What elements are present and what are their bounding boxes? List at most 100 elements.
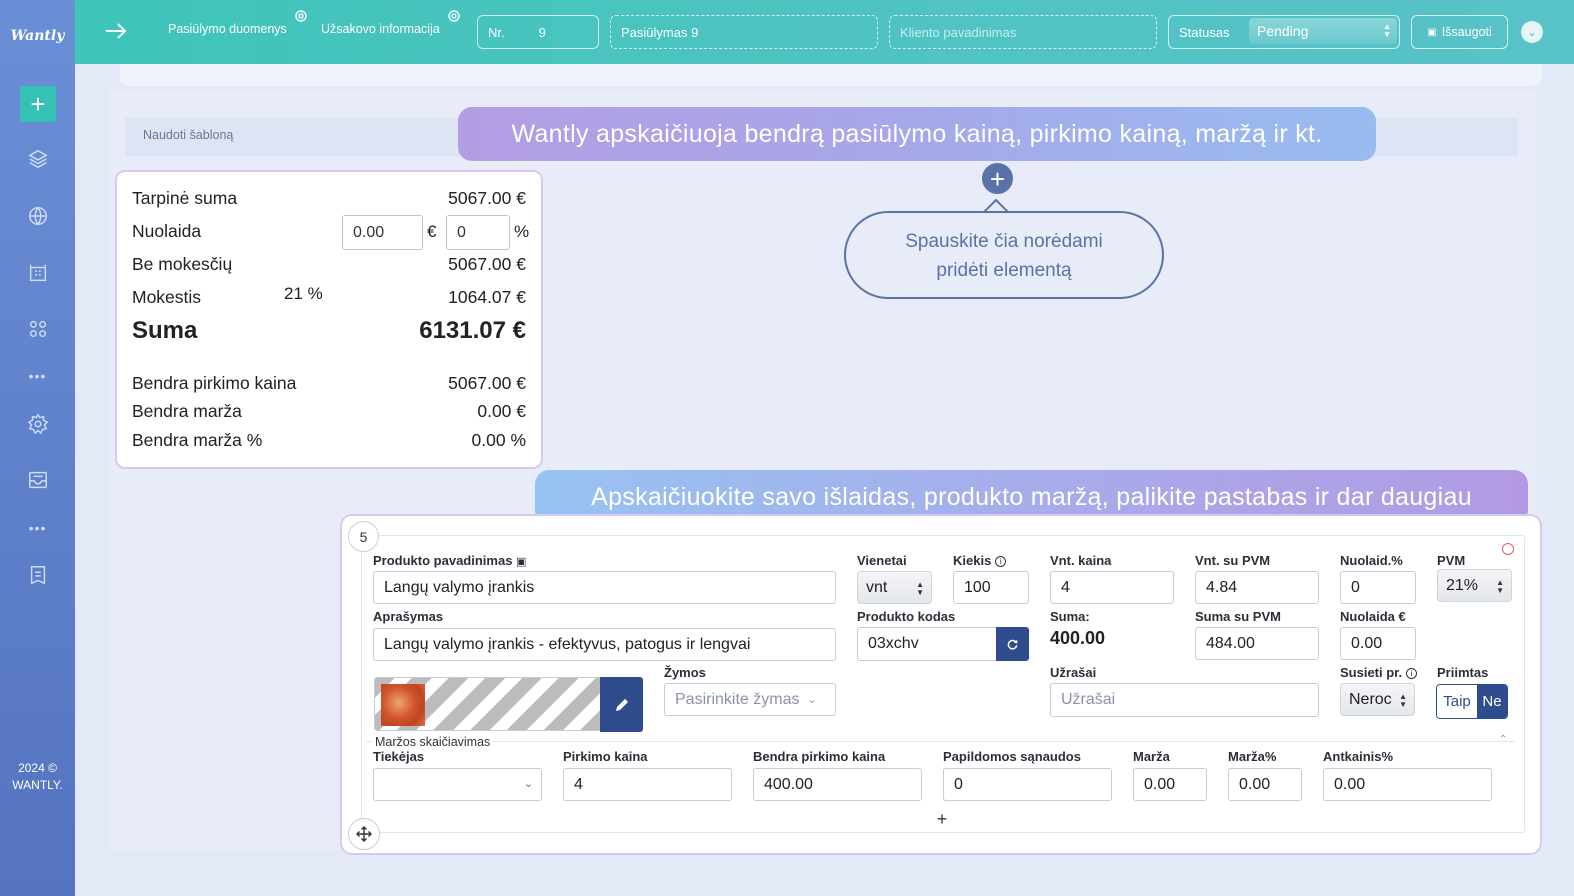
discount-eur-input[interactable]: 0.00 (1340, 627, 1416, 660)
add-new-button[interactable]: + (20, 86, 56, 122)
notes-textarea[interactable]: Užrašai (1050, 683, 1319, 717)
accepted-no[interactable]: Ne (1477, 685, 1507, 718)
sum-vat-input[interactable]: 484.00 (1195, 627, 1319, 660)
sum-value: 400.00 (1050, 628, 1106, 648)
tags-select[interactable]: Pasirinkite žymas ⌄ (664, 683, 836, 716)
sidebar: Wantly + ••• ••• 2024 © WANTLY. (0, 0, 75, 896)
chevron-down-icon[interactable]: ⌄ (1521, 21, 1543, 43)
supplier-select[interactable]: ⌄ (373, 768, 542, 801)
discount-pct-input[interactable]: 0 (1340, 571, 1416, 604)
margin-calc-pct-input[interactable]: 0.00 (1228, 768, 1302, 801)
more-icon-2[interactable]: ••• (0, 520, 75, 536)
tab-offer-data[interactable]: Pasiūlymo duomenys (168, 22, 287, 36)
discount-percent-unit: % (514, 222, 530, 241)
markup-input[interactable]: 0.00 (1323, 768, 1492, 801)
tax-row: Mokestis 1064.07 € (132, 287, 526, 308)
status-select[interactable]: Pending ▲ ▼ (1249, 18, 1397, 44)
tab-client-info[interactable]: Užsakovo informacija (321, 22, 440, 36)
header-strip (120, 64, 1542, 86)
client-name-field[interactable]: Kliento pavadinimas (889, 15, 1157, 49)
margin-pct-row: Bendra marža % 0.00 % (132, 430, 526, 451)
delete-icon[interactable] (1502, 543, 1514, 555)
product-name-input[interactable]: Langų valymo įrankis (373, 571, 836, 604)
add-element-button[interactable]: + (980, 161, 1015, 196)
gear-icon[interactable] (24, 410, 52, 438)
margin-section-divider (365, 741, 1515, 742)
info-icon[interactable]: i (995, 556, 1007, 567)
footer-brand: WANTLY. (12, 778, 63, 792)
accepted-label: Priimtas (1437, 665, 1489, 680)
save-button[interactable]: ▣ Išsaugoti (1411, 15, 1508, 49)
offer-title-field[interactable]: Pasiūlymas 9 (610, 15, 878, 49)
extra-costs-input[interactable]: 0 (943, 768, 1112, 801)
unit-vat-input[interactable]: 4.84 (1195, 571, 1319, 604)
description-label: Aprašymas (373, 609, 444, 624)
margin-section-title: Maržos skaičiavimas (372, 735, 494, 749)
linked-value: Neroc (1349, 690, 1392, 708)
purchase-price-label: Pirkimo kaina (563, 749, 648, 764)
total-purchase-label: Bendra pirkimo kaina (753, 749, 886, 764)
vat-value: 21% (1446, 576, 1479, 594)
linked-label: Susieti pr. i (1340, 665, 1418, 680)
building-icon[interactable] (24, 259, 52, 287)
subtotal-label: Tarpinė suma (132, 188, 238, 208)
layers-icon[interactable] (24, 145, 52, 173)
purchase-price-input[interactable]: 4 (563, 768, 732, 801)
product-name-label: Produkto pavadinimas ▣ (373, 553, 526, 568)
margin-pct-label: Bendra marža % (132, 430, 263, 450)
updown-arrows-icon: ▲ ▼ (916, 580, 924, 597)
status-value: Pending (1257, 23, 1309, 39)
apps-grid-icon[interactable] (24, 315, 52, 343)
use-template-link[interactable]: Naudoti šabloną (143, 128, 233, 142)
gear-icon[interactable] (447, 9, 461, 23)
updown-arrows-icon: ▲ ▼ (1496, 578, 1504, 595)
supplier-label: Tiekėjas (373, 749, 425, 764)
hint-line-1: Spauskite čia norėdami (905, 231, 1103, 252)
product-thumbnail[interactable] (381, 684, 425, 726)
margin-value: 0.00 € (477, 401, 526, 421)
add-element-hint: Spauskite čia norėdami pridėti elementą (844, 211, 1164, 299)
drag-handle[interactable] (348, 818, 380, 850)
discount-amount-input[interactable]: 0.00 (342, 215, 423, 250)
margin-calc-pct-label: Marža% (1228, 749, 1277, 764)
extra-costs-label: Papildomos sąnaudos (943, 749, 1081, 764)
purchase-label: Bendra pirkimo kaina (132, 373, 297, 393)
item-index: 5 (348, 521, 379, 552)
accepted-yes[interactable]: Taip (1437, 685, 1477, 718)
accepted-toggle[interactable]: Taip Ne (1436, 684, 1508, 719)
arrow-right-icon[interactable] (103, 18, 129, 44)
vat-select[interactable]: 21% ▲ ▼ (1437, 569, 1512, 602)
chevron-up-icon[interactable]: ⌃ (1499, 734, 1507, 745)
sum-vat-label: Suma su PVM (1195, 609, 1281, 624)
document-list-icon[interactable] (24, 561, 52, 589)
chevron-down-icon: ⌄ (807, 694, 817, 706)
margin-calc-input[interactable]: 0.00 (1133, 768, 1207, 801)
discount-label: Nuolaida (132, 221, 202, 241)
app-logo: Wantly (10, 28, 65, 44)
total-purchase-input[interactable]: 400.00 (753, 768, 922, 801)
offer-number-field[interactable]: Nr. 9 (477, 15, 599, 49)
discount-percent-input[interactable]: 0 (446, 215, 510, 250)
info-icon[interactable]: i (1406, 668, 1418, 679)
edit-image-button[interactable] (600, 677, 643, 732)
gear-icon[interactable] (294, 9, 308, 23)
no-tax-row: Be mokesčių 5067.00 € (132, 254, 526, 275)
tags-placeholder: Pasirinkite žymas (675, 690, 800, 708)
discount-pct-label: Nuolaid.% (1340, 553, 1403, 568)
inbox-icon[interactable] (24, 466, 52, 494)
sum-label: Suma: (1050, 609, 1090, 624)
product-code-input[interactable]: 03xchv (857, 627, 997, 661)
unit-price-input[interactable]: 4 (1050, 571, 1174, 604)
save-product-icon[interactable]: ▣ (516, 556, 526, 568)
description-input[interactable]: Langų valymo įrankis - efektyvus, patogu… (373, 628, 836, 661)
callout-totals: Wantly apskaičiuoja bendrą pasiūlymo kai… (458, 107, 1376, 161)
linked-select[interactable]: Neroc ▲ ▼ (1340, 683, 1415, 716)
globe-icon[interactable] (24, 202, 52, 230)
status-label: Statusas (1179, 24, 1230, 40)
refresh-code-button[interactable] (996, 627, 1029, 661)
add-cost-button[interactable]: + (932, 809, 952, 829)
qty-input[interactable]: 100 (953, 571, 1029, 604)
units-select[interactable]: vnt ▲ ▼ (857, 571, 932, 604)
more-icon[interactable]: ••• (0, 368, 75, 384)
chevron-down-icon: ⌄ (523, 778, 533, 790)
